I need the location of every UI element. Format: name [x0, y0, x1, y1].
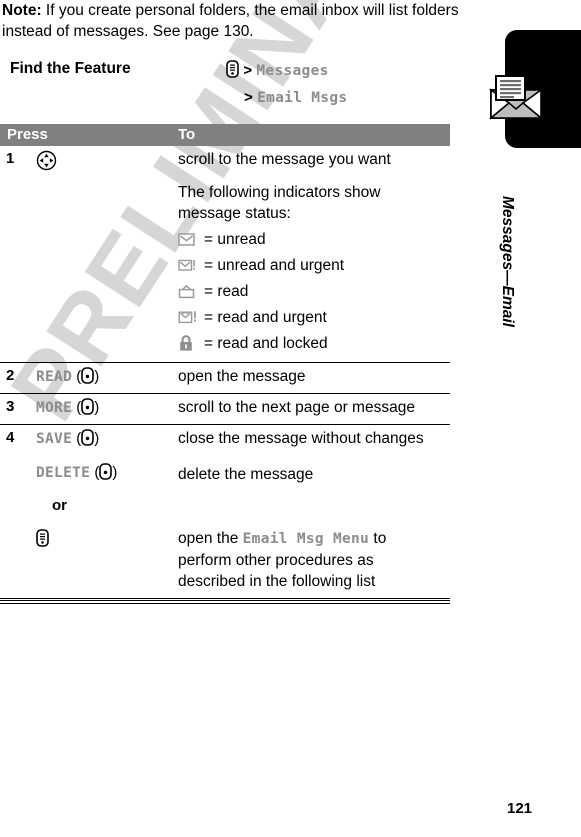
note-text: If you create personal folders, the emai… — [2, 2, 459, 40]
step-number: 1 — [6, 150, 15, 167]
step-press: READ ( ) — [36, 367, 99, 388]
find-the-feature-label: Find the Feature — [10, 60, 131, 77]
indicator-label: = read — [204, 282, 249, 300]
step-description: open the message — [178, 363, 444, 393]
step-line: scroll to the next page or message — [178, 399, 415, 416]
soft-key-icon — [81, 398, 95, 419]
menu-key-icon — [36, 529, 49, 551]
navigation-key-icon — [36, 150, 57, 175]
table-subrow-menu: open the Email Msg Menu to perform other… — [0, 521, 450, 598]
page-number: 121 — [507, 800, 533, 817]
step-line: close the message without changes — [178, 430, 424, 447]
table-row: 2 READ ( ) open the message — [0, 363, 450, 394]
feature-path-line-2: > Email Msgs — [226, 86, 347, 110]
envelope-closed-urgent-icon — [178, 258, 204, 272]
chapter-title: Messages—Email — [499, 196, 516, 327]
soft-key-label: SAVE — [36, 431, 73, 447]
step-press: SAVE ( ) — [36, 429, 99, 450]
table-row: 4 SAVE ( ) close the message without cha… — [0, 425, 450, 599]
table-subrow-or: or — [0, 491, 450, 521]
list-item: = unread and urgent — [178, 252, 440, 278]
indicator-label: = read and locked — [204, 334, 328, 352]
soft-key-icon — [81, 429, 95, 450]
soft-key-label: MORE — [36, 400, 73, 416]
step-press: DELETE ( ) — [36, 463, 117, 484]
path-value-email-msgs: Email Msgs — [257, 90, 348, 106]
indicator-label: = unread and urgent — [204, 256, 345, 274]
list-item: = read and locked — [178, 330, 440, 356]
envelope-open-urgent-icon — [178, 309, 204, 325]
step-description: delete the message — [178, 455, 444, 491]
padlock-icon — [178, 334, 204, 352]
list-item: = unread — [178, 226, 440, 252]
note-label: Note: — [2, 2, 42, 19]
step-press: MORE ( ) — [36, 398, 99, 419]
soft-key-icon — [99, 463, 113, 484]
soft-key-label: READ — [36, 369, 73, 385]
step-line: open the Email Msg Menu to perform other… — [178, 528, 440, 592]
path-value-messages: Messages — [256, 63, 329, 79]
email-envelope-document-icon — [488, 74, 544, 120]
menu-desc-prefix: open the — [178, 530, 243, 547]
step-line: open the message — [178, 368, 306, 385]
list-item: = read and urgent — [178, 304, 440, 330]
indicator-label: = read and urgent — [204, 308, 327, 326]
envelope-open-icon — [178, 284, 204, 299]
step-description: open the Email Msg Menu to perform other… — [178, 521, 444, 598]
table-row: 3 MORE ( ) scroll to the next page or me… — [0, 394, 450, 425]
or-separator: or — [52, 497, 67, 514]
list-item: = read — [178, 278, 440, 304]
table-row: 1 scroll to the message you want The fol… — [0, 146, 450, 363]
step-number: 3 — [6, 398, 15, 415]
step-number: 4 — [6, 429, 15, 446]
table-bottom-rule — [0, 600, 450, 604]
step-line: The following indicators show message st… — [178, 184, 381, 222]
indicator-label: = unread — [204, 230, 266, 248]
indicator-list: = unread = unread and urgent = read = re… — [178, 226, 440, 356]
step-description: scroll to the next page or message — [178, 394, 444, 424]
envelope-closed-icon — [178, 232, 204, 246]
path-separator-2: > — [244, 89, 253, 106]
step-number: 2 — [6, 367, 15, 384]
table-header-row: Press To — [0, 124, 450, 146]
steps-table: Press To 1 scroll to the message you wan… — [0, 124, 450, 604]
menu-name: Email Msg Menu — [242, 531, 370, 547]
step-line: delete the message — [178, 466, 314, 483]
menu-key-icon — [226, 60, 239, 86]
find-the-feature-path: > Messages > Email Msgs — [226, 59, 347, 110]
step-line: scroll to the message you want — [178, 151, 391, 168]
note-paragraph: Note: If you create personal folders, th… — [2, 0, 480, 42]
soft-key-label: DELETE — [36, 465, 91, 481]
step-description: scroll to the message you want The follo… — [178, 146, 444, 362]
soft-key-icon — [81, 367, 95, 388]
path-separator: > — [243, 62, 253, 79]
column-header-to: To — [178, 126, 196, 143]
column-header-press: Press — [7, 126, 48, 143]
step-description: close the message without changes — [178, 425, 444, 455]
table-subrow-delete: DELETE ( ) delete the message — [0, 455, 450, 491]
feature-path-line-1: > Messages — [226, 59, 347, 86]
manual-page: Note: If you create personal folders, th… — [0, 0, 581, 837]
